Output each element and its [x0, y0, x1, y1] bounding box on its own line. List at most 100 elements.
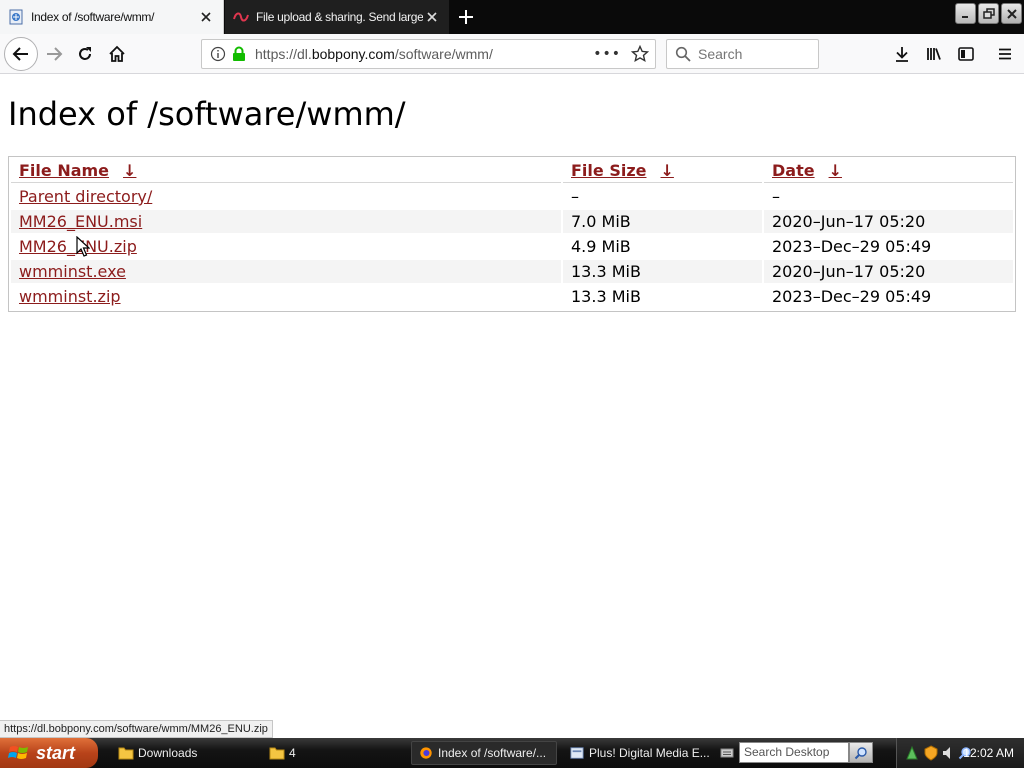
close-window-button[interactable] [1001, 3, 1022, 24]
search-input[interactable] [698, 46, 808, 62]
desktop-search-input[interactable]: Search Desktop [739, 742, 849, 763]
downloads-button[interactable] [886, 38, 918, 70]
sidebar-button[interactable] [950, 38, 982, 70]
tab-index-of-wmm[interactable]: Index of /software/wmm/ [0, 0, 224, 34]
page-actions-button[interactable]: ••• [593, 46, 621, 62]
wetransfer-icon [233, 12, 249, 22]
file-size-cell: 7.0 MiB [563, 210, 762, 233]
file-size-cell: 13.3 MiB [571, 287, 641, 306]
firefox-icon [420, 747, 432, 759]
search-box[interactable] [666, 39, 819, 69]
table-row: Parent directory/ – – [11, 185, 1013, 208]
close-tab-icon[interactable] [423, 8, 441, 26]
file-date-cell: 2023–Dec–29 05:49 [772, 287, 932, 306]
start-label: start [36, 742, 76, 763]
forward-button[interactable] [38, 38, 70, 70]
task-label: Index of /software/... [438, 746, 547, 760]
folder-icon [269, 747, 285, 760]
task-label: Plus! Digital Media E... [589, 746, 710, 760]
file-name-cell: MM26_ENU.zip [11, 235, 561, 258]
directory-listing: File Name ↓ File Size ↓ Date ↓ Parent direc… [8, 156, 1016, 312]
sort-arrow-icon[interactable]: ↓ [823, 161, 848, 180]
back-button[interactable] [4, 37, 38, 71]
minimize-button[interactable] [955, 3, 976, 24]
taskbar-item-browser[interactable]: Index of /software/... [411, 741, 557, 765]
file-link[interactable]: wmminst.zip [19, 287, 121, 306]
link-status-bar: https://dl.bobpony.com/software/wmm/MM26… [0, 720, 273, 738]
url-path: /software/wmm/ [394, 46, 493, 62]
task-label: 4 [289, 746, 296, 760]
column-header-file-name: File Name ↓ [11, 159, 561, 183]
close-tab-icon[interactable] [197, 8, 215, 26]
reload-button[interactable] [69, 38, 101, 70]
back-arrow-icon [12, 47, 28, 61]
navigation-toolbar: https://dl.bobpony.com/software/wmm/ ••• [0, 34, 1024, 74]
search-icon [854, 746, 867, 759]
system-tray: 12:02 AM [896, 738, 1024, 768]
mouse-cursor-icon [76, 236, 90, 257]
library-button[interactable] [918, 38, 950, 70]
sidebar-icon [958, 47, 974, 61]
windows-taskbar: start Downloads 4 Index of /software/...… [0, 738, 1024, 768]
volume-icon[interactable] [942, 745, 956, 761]
file-link[interactable]: Parent directory/ [19, 187, 152, 206]
desktop-search-button[interactable] [849, 742, 873, 763]
plus-icon [459, 10, 473, 24]
folder-icon [118, 747, 134, 760]
file-name-cell: MM26_ENU.msi [11, 210, 561, 233]
taskbar-item-plus-digital-media[interactable]: Plus! Digital Media E... [563, 741, 713, 765]
address-bar[interactable]: https://dl.bobpony.com/software/wmm/ ••• [201, 39, 656, 69]
file-size-cell: 13.3 MiB [563, 260, 762, 283]
file-date-cell: 2020–Jun–17 05:20 [764, 260, 1013, 283]
home-button[interactable] [101, 38, 133, 70]
start-button[interactable]: start [0, 738, 98, 768]
file-name-cell: Parent directory/ [11, 185, 561, 208]
column-header-file-size: File Size ↓ [563, 159, 762, 183]
file-link[interactable]: wmminst.exe [19, 262, 126, 281]
windows-logo-icon [8, 746, 28, 759]
forward-arrow-icon [47, 47, 63, 61]
lock-icon [233, 46, 245, 61]
url-prefix: https://dl. [255, 46, 312, 62]
table-row: wmminst.exe 13.3 MiB 2020–Jun–17 05:20 [11, 260, 1013, 283]
restore-icon [982, 7, 995, 19]
page-title: Index of /software/wmm/ [8, 95, 406, 133]
tab-title: File upload & sharing. Send large p [256, 10, 423, 24]
file-size-cell: – [571, 187, 579, 206]
taskbar-item-folder-4[interactable]: 4 [263, 741, 403, 765]
sort-by-date-link[interactable]: Date [772, 161, 815, 180]
task-label: Downloads [138, 746, 198, 760]
file-date-cell: 2020–Jun–17 05:20 [764, 210, 1013, 233]
keyboard-icon[interactable] [720, 746, 734, 760]
minimize-icon [961, 15, 968, 18]
taskbar-item-downloads[interactable]: Downloads [112, 741, 254, 765]
page-content: Index of /software/wmm/ File Name ↓ File … [0, 75, 1024, 720]
new-tab-button[interactable] [455, 6, 477, 28]
table-row: MM26_ENU.msi 7.0 MiB 2020–Jun–17 05:20 [11, 210, 1013, 233]
restore-button[interactable] [978, 3, 999, 24]
clock: 12:02 AM [963, 746, 1014, 760]
hamburger-menu-icon [999, 48, 1011, 60]
library-icon [927, 48, 941, 60]
sort-arrow-icon[interactable]: ↓ [117, 161, 142, 180]
info-icon[interactable] [210, 46, 226, 62]
security-shield-icon[interactable] [923, 745, 939, 761]
url-domain: bobpony.com [311, 46, 395, 62]
column-header-date: Date ↓ [764, 159, 1013, 183]
bookmark-star-icon[interactable] [631, 45, 649, 63]
home-icon [109, 45, 125, 62]
table-header-row: File Name ↓ File Size ↓ Date ↓ [11, 159, 1013, 183]
sort-by-size-link[interactable]: File Size [571, 161, 647, 180]
close-icon [1006, 8, 1017, 19]
network-icon[interactable] [905, 745, 919, 761]
sort-arrow-icon[interactable]: ↓ [655, 161, 680, 180]
file-name-cell: wmminst.exe [11, 260, 561, 283]
sort-by-name-link[interactable]: File Name [19, 161, 109, 180]
search-icon [675, 46, 691, 62]
tab-file-upload[interactable]: File upload & sharing. Send large p [225, 0, 449, 34]
menu-button[interactable] [989, 38, 1021, 70]
url-text[interactable]: https://dl.bobpony.com/software/wmm/ [255, 46, 593, 62]
file-size-cell: 4.9 MiB [571, 237, 631, 256]
file-link[interactable]: MM26_ENU.msi [19, 212, 142, 231]
file-date-cell: 2023–Dec–29 05:49 [772, 237, 932, 256]
